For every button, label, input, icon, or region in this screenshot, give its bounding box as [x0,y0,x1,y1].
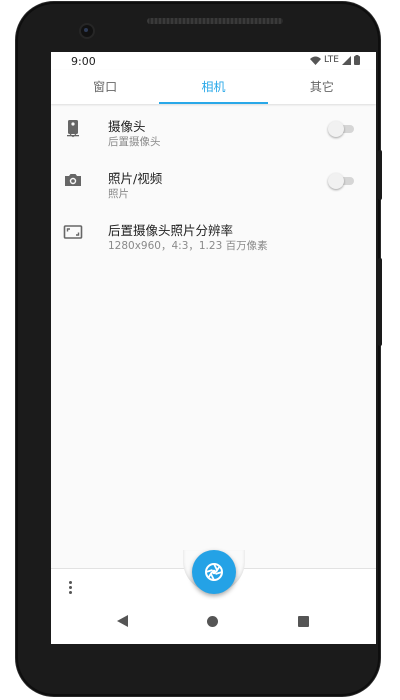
setting-row-photo-video[interactable]: 照片/视频 照片 [51,156,376,208]
front-camera-lens [81,25,93,37]
status-icons: LTE [310,55,360,65]
settings-list: 摄像头 后置摄像头 照片/视频 照片 后置摄像头照片分辨率 1280x960，4… [51,104,376,260]
camera-device-toggle[interactable] [328,121,354,137]
tab-other[interactable]: 其它 [268,70,376,104]
tab-window[interactable]: 窗口 [51,70,159,104]
system-nav-bar [51,600,376,644]
wifi-icon [310,56,322,65]
network-type: LTE [324,55,339,65]
setting-title: 后置摄像头照片分辨率 [108,223,234,238]
shutter-fab-button[interactable] [192,550,236,594]
tab-bar: 窗口 相机 其它 [51,70,376,104]
setting-subtitle: 1280x960，4:3，1.23 百万像素 [108,240,268,252]
phone-camera-icon [67,120,79,138]
screen: 9:00 LTE 窗口 相机 其它 摄像头 后置摄像头 照片/视频 照片 后置摄… [51,52,376,644]
earpiece-speaker [147,18,283,24]
signal-icon [342,55,351,65]
volume-button [378,258,382,346]
setting-subtitle: 照片 [108,188,129,200]
setting-row-camera-device[interactable]: 摄像头 后置摄像头 [51,104,376,156]
setting-row-resolution[interactable]: 后置摄像头照片分辨率 1280x960，4:3，1.23 百万像素 [51,208,376,260]
recent-apps-icon[interactable] [298,616,309,627]
aperture-icon [205,563,223,581]
status-bar: 9:00 LTE [51,52,376,70]
tab-camera[interactable]: 相机 [159,70,268,104]
toggle-thumb [328,173,344,189]
photo-video-toggle[interactable] [328,173,354,189]
power-button [378,150,382,200]
back-icon[interactable] [117,615,128,627]
toggle-thumb [328,121,344,137]
status-time: 9:00 [71,55,96,68]
camera-icon [65,174,81,186]
aspect-ratio-icon [63,225,83,239]
setting-title: 照片/视频 [108,171,163,186]
phone-frame: 9:00 LTE 窗口 相机 其它 摄像头 后置摄像头 照片/视频 照片 后置摄… [16,2,380,696]
setting-title: 摄像头 [108,119,146,134]
setting-subtitle: 后置摄像头 [108,136,161,148]
home-icon[interactable] [207,616,218,627]
battery-icon [354,55,360,65]
overflow-menu-icon[interactable] [69,581,73,595]
